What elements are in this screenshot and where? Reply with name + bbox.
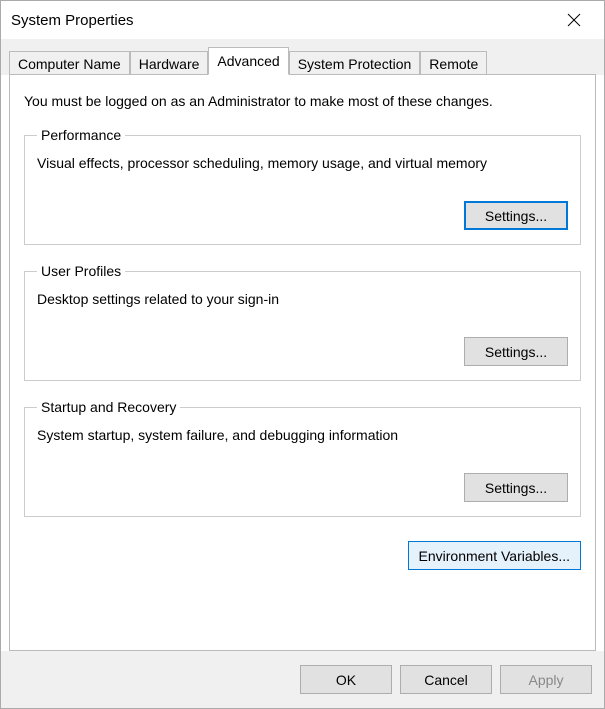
close-button[interactable] <box>554 6 594 34</box>
tabs-area: Computer Name Hardware Advanced System P… <box>1 39 604 75</box>
titlebar: System Properties <box>1 1 604 39</box>
ok-button[interactable]: OK <box>300 665 392 694</box>
user-profiles-settings-button[interactable]: Settings... <box>464 337 568 366</box>
group-user-profiles-btn-row: Settings... <box>37 337 568 366</box>
tab-hardware[interactable]: Hardware <box>130 51 209 76</box>
group-startup-recovery-legend: Startup and Recovery <box>37 399 180 415</box>
apply-button[interactable]: Apply <box>500 665 592 694</box>
window-title: System Properties <box>11 12 134 29</box>
tabs: Computer Name Hardware Advanced System P… <box>9 47 596 75</box>
performance-settings-button[interactable]: Settings... <box>464 201 568 230</box>
bottom-bar: OK Cancel Apply <box>1 651 604 708</box>
group-startup-recovery-btn-row: Settings... <box>37 473 568 502</box>
group-user-profiles-desc: Desktop settings related to your sign-in <box>37 291 568 307</box>
admin-note: You must be logged on as an Administrato… <box>24 93 581 109</box>
cancel-button[interactable]: Cancel <box>400 665 492 694</box>
group-user-profiles: User Profiles Desktop settings related t… <box>24 263 581 381</box>
environment-variables-button[interactable]: Environment Variables... <box>408 541 581 570</box>
tab-system-protection[interactable]: System Protection <box>289 51 421 76</box>
group-user-profiles-legend: User Profiles <box>37 263 125 279</box>
tab-advanced[interactable]: Advanced <box>208 47 288 75</box>
group-performance-desc: Visual effects, processor scheduling, me… <box>37 155 568 171</box>
tab-content-advanced: You must be logged on as an Administrato… <box>9 74 596 651</box>
tab-remote[interactable]: Remote <box>420 51 487 76</box>
env-row: Environment Variables... <box>24 541 581 570</box>
group-startup-recovery-desc: System startup, system failure, and debu… <box>37 427 568 443</box>
group-performance: Performance Visual effects, processor sc… <box>24 127 581 245</box>
startup-recovery-settings-button[interactable]: Settings... <box>464 473 568 502</box>
group-performance-legend: Performance <box>37 127 125 143</box>
system-properties-window: System Properties Computer Name Hardware… <box>0 0 605 709</box>
close-icon <box>567 13 581 27</box>
group-performance-btn-row: Settings... <box>37 201 568 230</box>
group-startup-recovery: Startup and Recovery System startup, sys… <box>24 399 581 517</box>
tab-computer-name[interactable]: Computer Name <box>9 51 130 76</box>
